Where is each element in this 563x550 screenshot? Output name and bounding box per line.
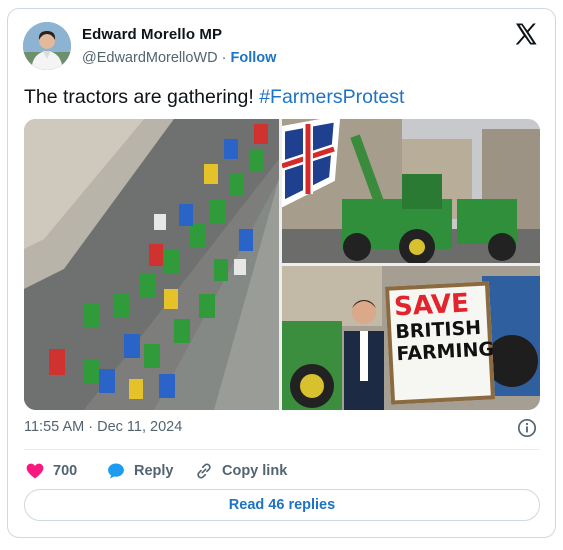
copy-link-label: Copy link: [222, 463, 288, 479]
media-grid: SAVE BRITISH FARMING: [24, 119, 540, 410]
divider: [24, 449, 540, 450]
follow-button[interactable]: Follow: [230, 50, 276, 66]
sign-line-farming: FARMING: [395, 338, 495, 366]
photo-save-farming-sign[interactable]: SAVE BRITISH FARMING: [282, 266, 540, 410]
tweet-body: The tractors are gathering!: [24, 86, 260, 108]
tweet-time: 11:55 AM: [24, 419, 85, 435]
tweet-card: Edward Morello MP @EdwardMorelloWD · Fol…: [7, 8, 556, 538]
tweet-date: Dec 11, 2024: [97, 419, 183, 435]
author-name[interactable]: Edward Morello MP: [82, 26, 222, 43]
author-handle[interactable]: @EdwardMorelloWD: [82, 50, 218, 66]
handle-separator: ·: [217, 50, 231, 66]
photo-flag-tractors[interactable]: [282, 119, 540, 263]
reply-label: Reply: [134, 463, 174, 479]
info-icon[interactable]: [517, 418, 537, 438]
tweet-text: The tractors are gathering! #FarmersProt…: [24, 86, 404, 109]
reply-bubble-icon: [108, 463, 124, 479]
read-replies-button[interactable]: Read 46 replies: [24, 489, 540, 521]
protest-sign: SAVE BRITISH FARMING: [384, 281, 496, 405]
tweet-timestamp[interactable]: 11:55 AM · Dec 11, 2024: [24, 419, 182, 435]
link-icon: [197, 463, 211, 479]
author-handle-row: @EdwardMorelloWD · Follow: [82, 50, 276, 66]
like-button[interactable]: 700: [25, 458, 77, 484]
photo-aerial-tractors[interactable]: [24, 119, 279, 410]
x-logo-icon[interactable]: [514, 22, 538, 46]
meta-separator: ·: [84, 419, 98, 435]
avatar[interactable]: [23, 22, 71, 70]
copy-link-button[interactable]: Copy link: [194, 458, 287, 484]
heart-icon: [26, 463, 44, 479]
like-count: 700: [53, 463, 78, 479]
reply-button[interactable]: Reply: [106, 458, 174, 484]
hashtag-link[interactable]: #FarmersProtest: [259, 86, 404, 108]
